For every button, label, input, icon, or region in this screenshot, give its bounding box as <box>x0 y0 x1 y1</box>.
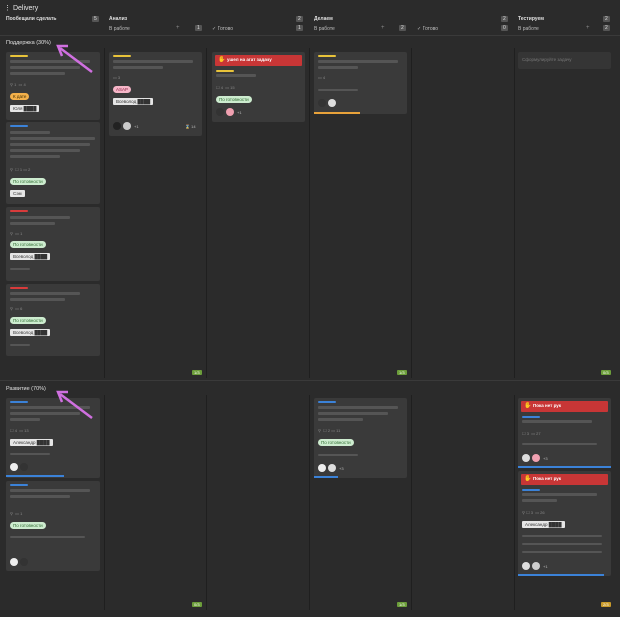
annotation-arrows <box>56 44 93 419</box>
arrow-icon <box>56 390 93 419</box>
arrow-icon <box>56 44 93 73</box>
